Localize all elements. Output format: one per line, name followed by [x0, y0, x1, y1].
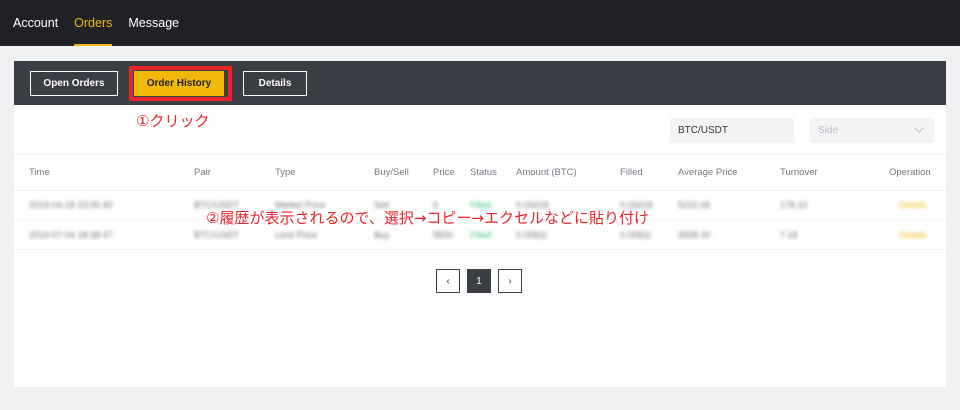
cell-side: Buy: [374, 230, 390, 240]
chevron-right-icon: ›: [508, 275, 512, 287]
details-button[interactable]: Details: [243, 71, 307, 96]
column-header-type: Type: [275, 167, 296, 178]
cell-type: Limit Price: [275, 230, 318, 240]
side-select[interactable]: Side: [810, 118, 934, 143]
cell-amount: 0.00811: [516, 230, 548, 240]
cell-filled: 0.00811: [620, 230, 652, 240]
column-header-pair: Pair: [194, 167, 211, 178]
chevron-down-icon: [914, 127, 924, 133]
nav-message[interactable]: Message: [128, 0, 179, 46]
cell-pair: BTC/USDT: [194, 230, 239, 240]
chevron-left-icon: ‹: [446, 275, 450, 287]
cell-average-price: 5210.66: [678, 200, 711, 210]
order-table-header: Time Pair Type Buy/Sell Price Status Amo…: [14, 154, 946, 191]
cell-time: 2019-07-04 18:38:47: [29, 230, 113, 240]
cell-average-price: 9508.00: [678, 230, 711, 240]
column-header-time: Time: [29, 167, 50, 178]
column-header-amount: Amount (BTC): [516, 167, 577, 178]
orders-panel: Open Orders Order History Details ①クリック …: [14, 61, 946, 387]
cell-turnover: 178.10: [780, 200, 808, 210]
side-select-placeholder: Side: [818, 125, 839, 136]
column-header-average-price: Average Price: [678, 167, 738, 178]
row-details-link[interactable]: Details: [899, 230, 927, 240]
row-details-link[interactable]: Details: [899, 200, 927, 210]
cell-status: Filled: [470, 230, 492, 240]
top-nav: Account Orders Message: [0, 0, 960, 46]
open-orders-button[interactable]: Open Orders: [30, 71, 118, 96]
cell-time: 2019-04-18 23:05:40: [29, 200, 113, 210]
pagination-prev-button[interactable]: ‹: [436, 269, 460, 293]
annotation-step-1: ①クリック: [136, 112, 210, 130]
column-header-buy-sell: Buy/Sell: [374, 167, 409, 178]
column-header-filled: Filled: [620, 167, 643, 178]
column-header-turnover: Turnover: [780, 167, 818, 178]
order-tab-bar: Open Orders Order History Details: [14, 61, 946, 105]
pagination-next-button[interactable]: ›: [498, 269, 522, 293]
nav-account[interactable]: Account: [13, 0, 58, 46]
column-header-status: Status: [470, 167, 497, 178]
pair-select[interactable]: BTC/USDT: [670, 118, 794, 143]
cell-price: 9500: [433, 230, 454, 240]
pagination-page-button[interactable]: 1: [467, 269, 491, 293]
nav-orders[interactable]: Orders: [74, 0, 113, 46]
cell-turnover: 7.18: [780, 230, 798, 240]
order-history-button[interactable]: Order History: [134, 71, 224, 96]
column-header-price: Price: [433, 167, 455, 178]
column-header-operation: Operation: [889, 167, 931, 178]
annotation-step-2: ②履歴が表示されるので、選択→コピー→エクセルなどに貼り付け: [206, 209, 649, 227]
